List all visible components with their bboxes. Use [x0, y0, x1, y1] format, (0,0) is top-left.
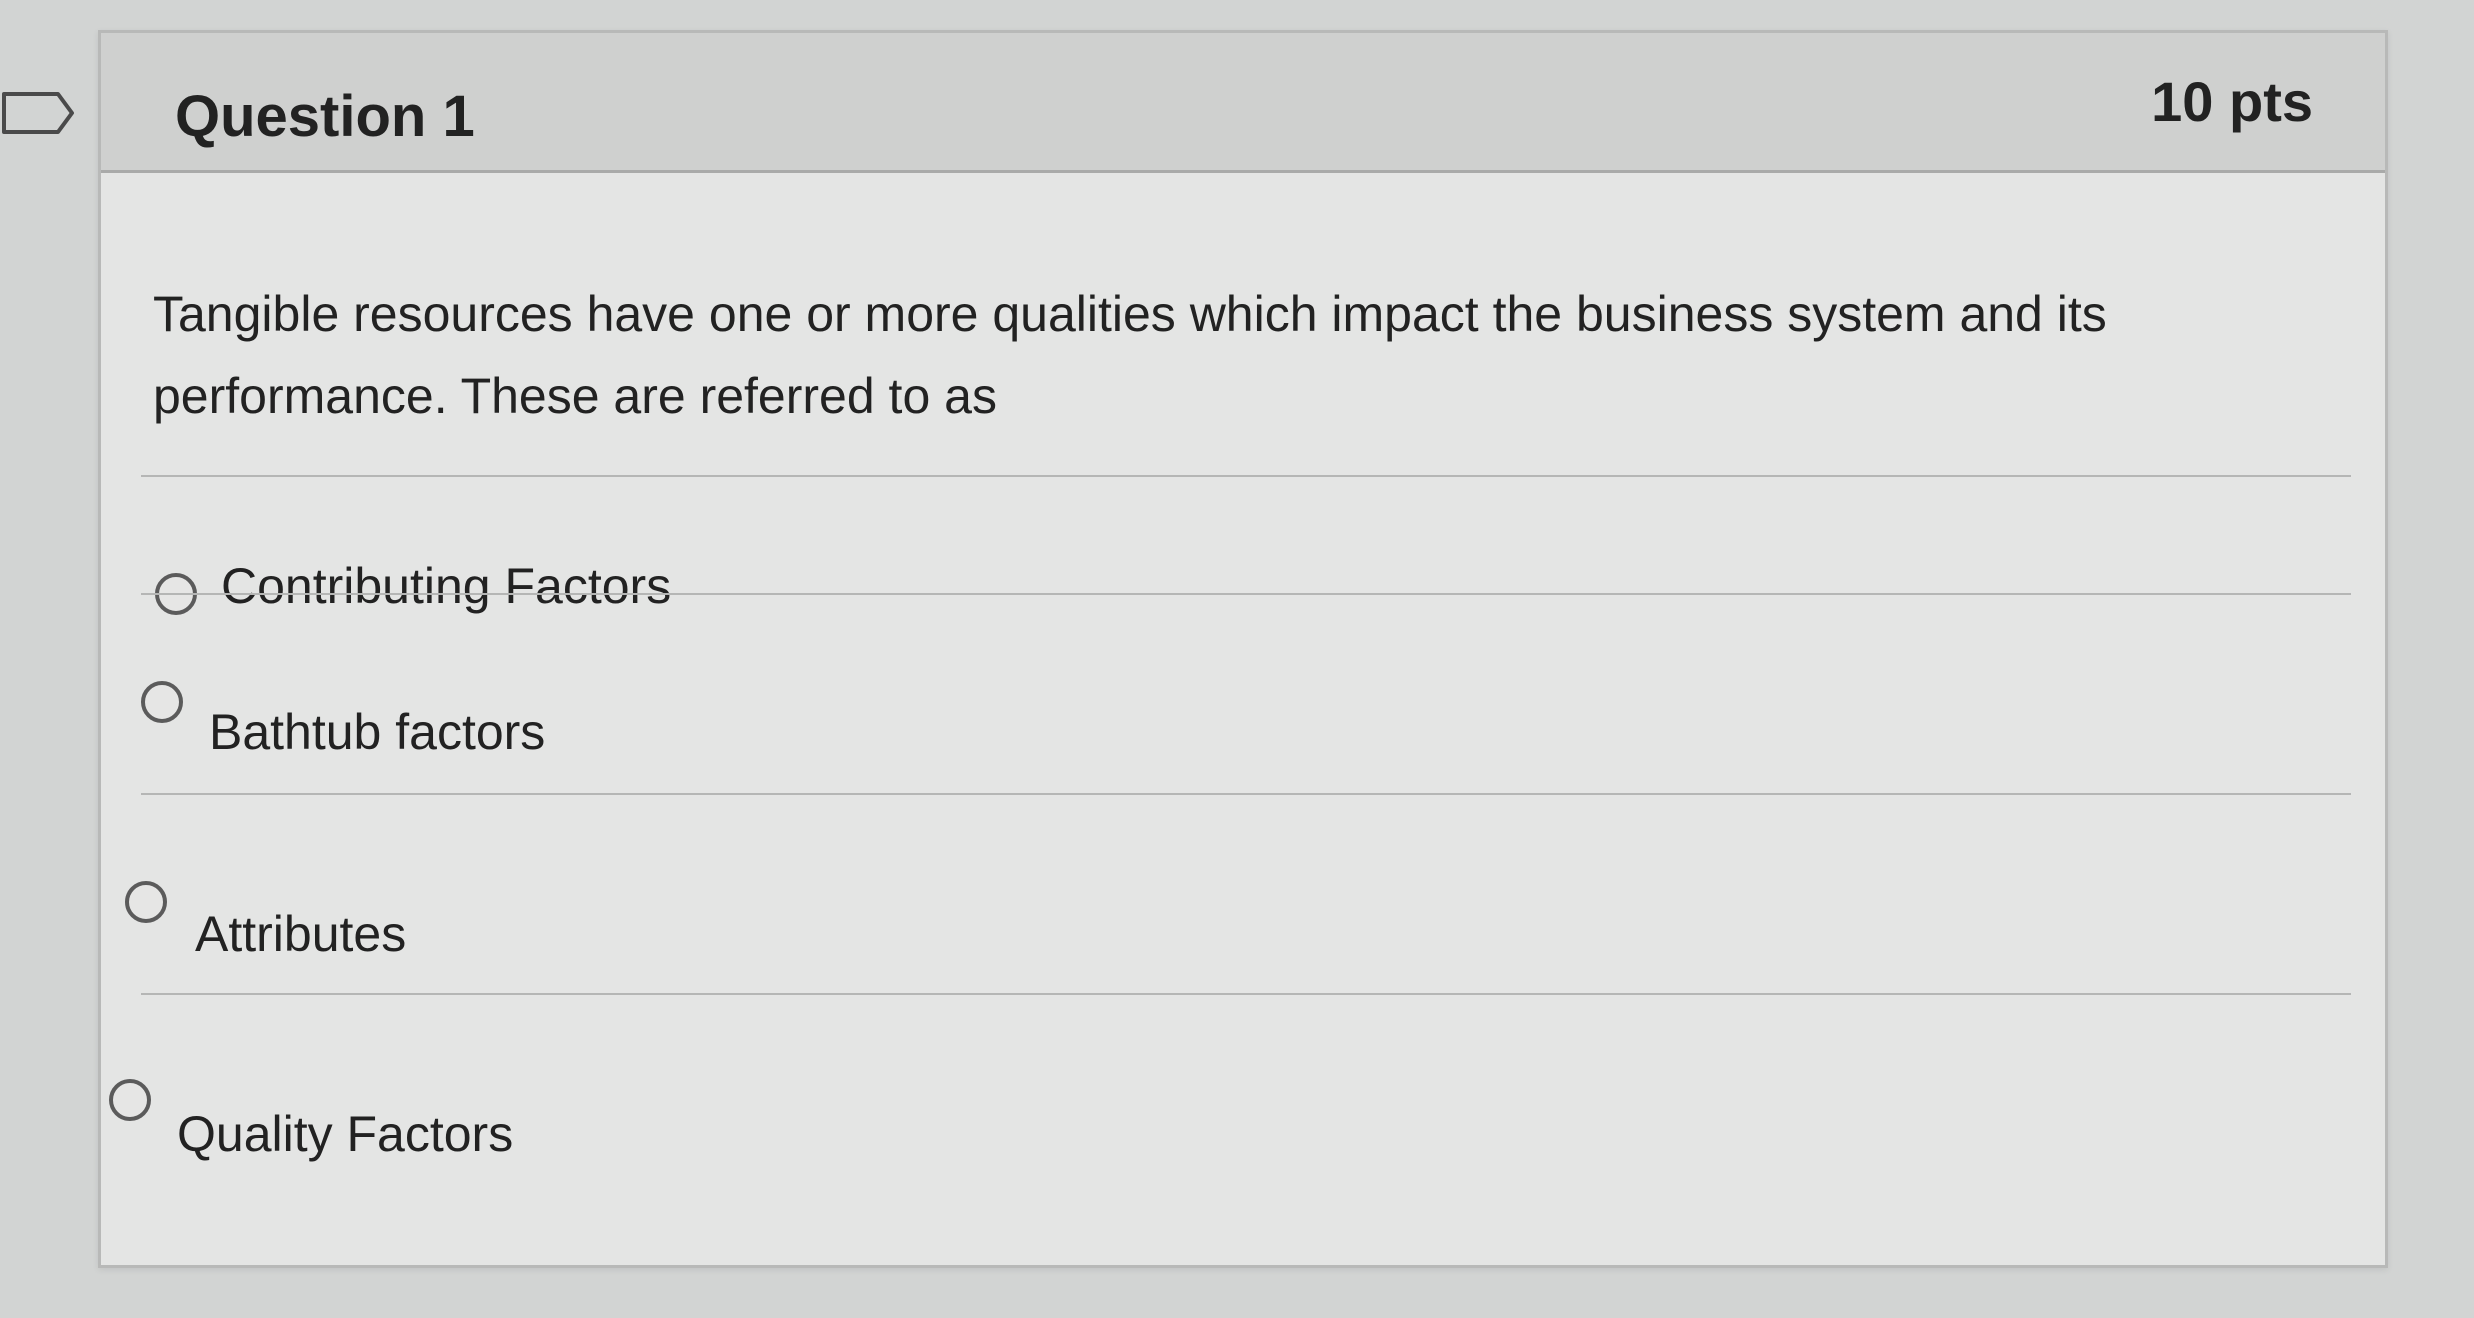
answer-divider — [141, 593, 2351, 595]
answer-option[interactable]: Bathtub factors — [101, 643, 2385, 823]
question-points: 10 pts — [2151, 70, 2313, 133]
question-header: Question 1 10 pts — [101, 33, 2385, 173]
question-divider — [141, 475, 2351, 477]
answer-option[interactable]: Attributes — [101, 843, 2385, 1023]
question-text: Tangible resources have one or more qual… — [153, 286, 2107, 424]
answer-label: Quality Factors — [177, 1106, 514, 1162]
answer-label: Bathtub factors — [209, 704, 546, 760]
answer-divider — [141, 793, 2351, 795]
flag-icon[interactable] — [0, 88, 78, 138]
answer-divider — [141, 993, 2351, 995]
radio-button[interactable] — [109, 1079, 151, 1121]
question-title: Question 1 — [175, 84, 475, 149]
radio-button[interactable] — [125, 881, 167, 923]
answer-label: Attributes — [195, 906, 407, 962]
answer-label: Contributing Factors — [221, 558, 672, 614]
radio-button[interactable] — [141, 681, 183, 723]
answer-option[interactable]: Quality Factors — [101, 1043, 2385, 1223]
question-card: Question 1 10 pts Tangible resources hav… — [98, 30, 2388, 1268]
